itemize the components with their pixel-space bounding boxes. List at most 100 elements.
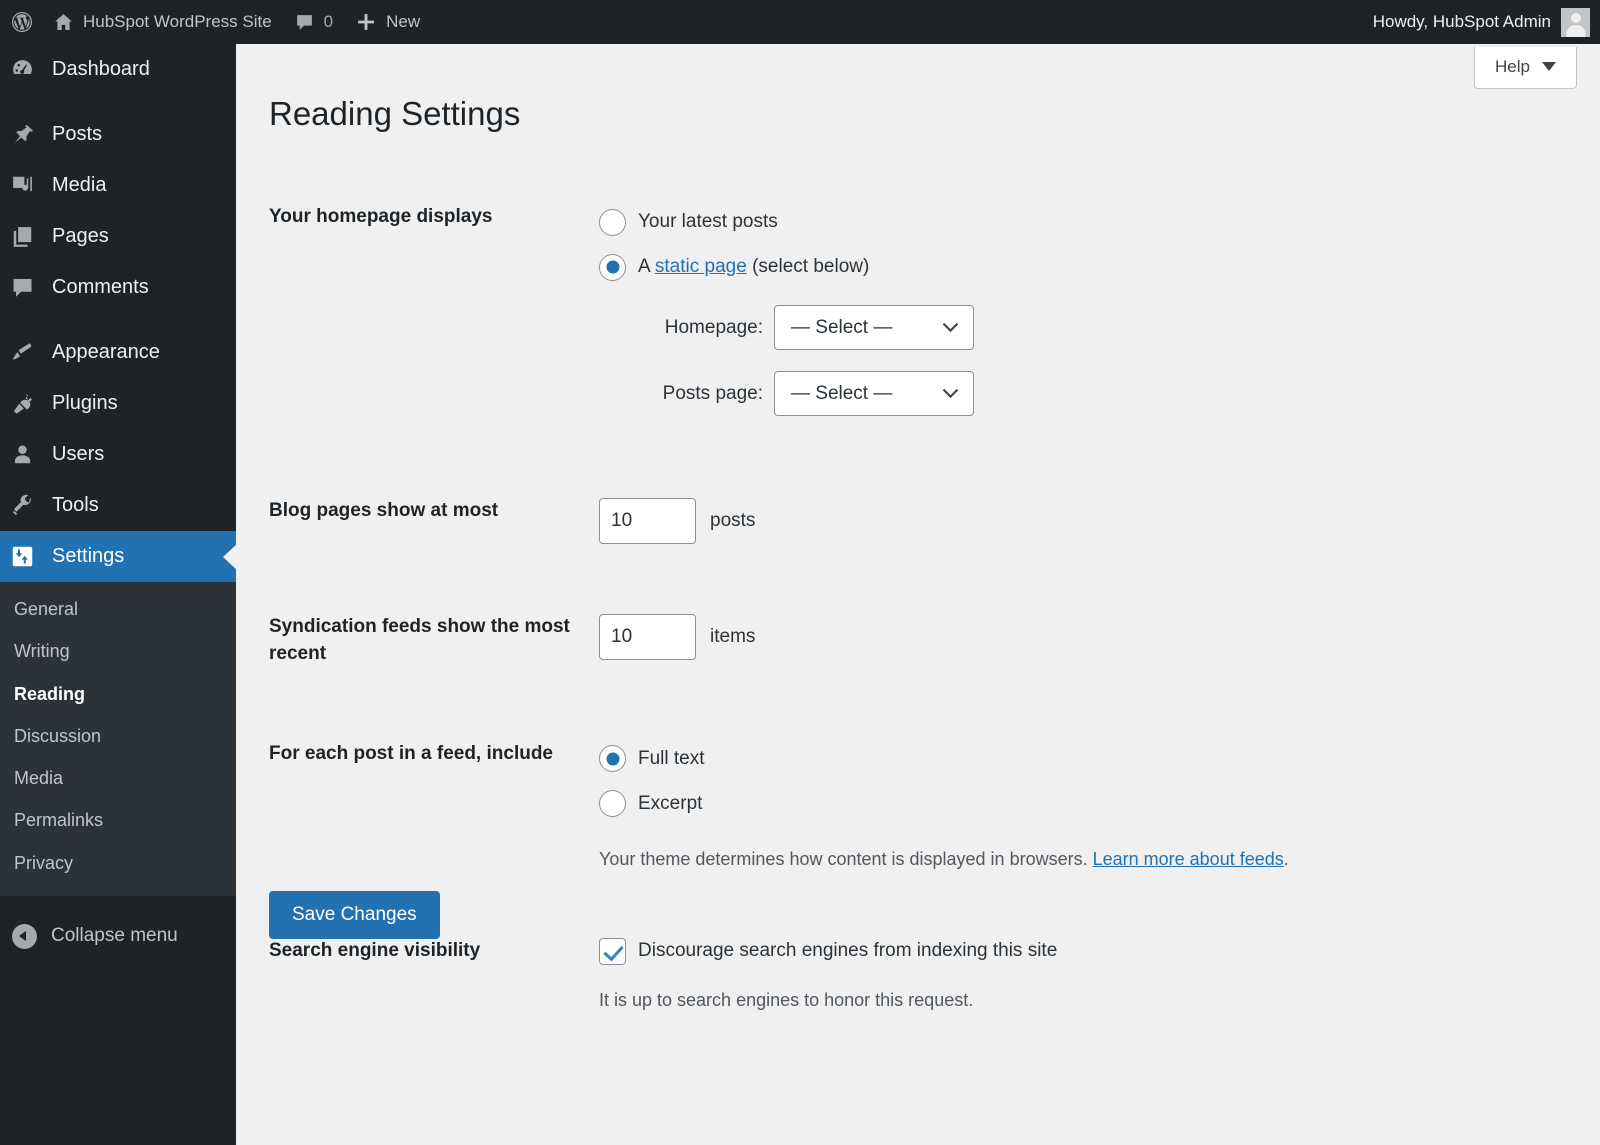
sidebar-item-label: Dashboard <box>52 58 150 80</box>
site-name-label: HubSpot WordPress Site <box>83 12 272 31</box>
chevron-left-circle-icon <box>12 923 37 949</box>
blog-pages-input[interactable]: 10 <box>599 498 696 544</box>
radio-excerpt-input[interactable] <box>599 790 626 818</box>
admin-bar-right: Howdy, HubSpot Admin <box>1373 7 1600 37</box>
settings-sliders-icon <box>10 544 48 569</box>
submenu-item-general[interactable]: General <box>0 588 236 630</box>
discourage-search-engines-row[interactable]: Discourage search engines from indexing … <box>599 937 1569 965</box>
sidebar-item-label: Posts <box>52 123 103 145</box>
sidebar-item-label: Tools <box>52 494 99 516</box>
collapse-menu-button[interactable]: Collapse menu <box>0 910 236 962</box>
discourage-search-engines-checkbox[interactable] <box>599 937 626 965</box>
radio-latest-posts-label: Your latest posts <box>638 211 778 232</box>
submenu-item-discussion[interactable]: Discussion <box>0 715 236 757</box>
syndication-input[interactable]: 10 <box>599 614 696 660</box>
wrench-icon <box>10 493 48 518</box>
help-toggle-button[interactable]: Help <box>1474 47 1577 89</box>
sidebar-divider <box>0 313 236 327</box>
sidebar-item-tools[interactable]: Tools <box>0 480 236 531</box>
homepage-select-row: Homepage: — Select — <box>626 305 1569 350</box>
blog-pages-field: 10 posts <box>599 478 1569 544</box>
posts-page-select[interactable]: — Select — <box>774 371 974 416</box>
submenu-item-writing[interactable]: Writing <box>0 630 236 672</box>
static-page-link[interactable]: static page <box>655 256 747 277</box>
wordpress-logo-button[interactable] <box>0 0 42 44</box>
blog-pages-unit: posts <box>710 510 756 531</box>
feed-include-description: Your theme determines how content is dis… <box>599 846 1569 873</box>
radio-excerpt[interactable]: Excerpt <box>599 786 1569 822</box>
help-label: Help <box>1495 57 1530 76</box>
static-page-selectors: Homepage: — Select — Posts page: — Selec… <box>599 305 1569 416</box>
sidebar-item-settings[interactable]: Settings <box>0 531 236 582</box>
posts-page-select-label: Posts page: <box>662 382 763 404</box>
learn-more-feeds-link[interactable]: Learn more about feeds <box>1093 849 1284 869</box>
radio-static-page-label: A static page (select below) <box>638 256 869 278</box>
row-search-visibility: Search engine visibility Discourage sear… <box>269 918 1569 1014</box>
sidebar-item-comments[interactable]: Comments <box>0 262 236 313</box>
dashboard-icon <box>10 57 48 82</box>
new-content-button[interactable]: New <box>344 0 431 44</box>
search-visibility-field: Discourage search engines from indexing … <box>599 918 1569 1014</box>
submenu-item-reading[interactable]: Reading <box>0 673 236 715</box>
main-content: Help Reading Settings Your homepage disp… <box>236 44 1600 1145</box>
comments-button[interactable]: 0 <box>283 0 344 44</box>
comment-bubble-icon <box>294 12 315 33</box>
howdy-greeting[interactable]: Howdy, HubSpot Admin <box>1373 12 1561 32</box>
paintbrush-icon <box>10 340 48 365</box>
media-icon <box>10 173 48 198</box>
pages-icon <box>10 224 48 249</box>
sidebar-item-plugins[interactable]: Plugins <box>0 378 236 429</box>
page-title: Reading Settings <box>269 95 521 132</box>
chevron-down-icon <box>942 322 959 333</box>
site-name-button[interactable]: HubSpot WordPress Site <box>42 0 283 44</box>
blog-pages-label: Blog pages show at most <box>269 500 499 521</box>
search-visibility-note: It is up to search engines to honor this… <box>599 989 974 1010</box>
sidebar-divider <box>0 95 236 109</box>
submenu-item-permalinks[interactable]: Permalinks <box>0 799 236 841</box>
comments-count: 0 <box>323 12 334 31</box>
sidebar-item-label: Media <box>52 174 107 196</box>
radio-full-text-label: Full text <box>638 747 705 769</box>
sidebar-item-dashboard[interactable]: Dashboard <box>0 44 236 95</box>
save-changes-button[interactable]: Save Changes <box>269 891 440 939</box>
radio-full-text-input[interactable] <box>599 745 626 773</box>
feed-description-end: . <box>1283 848 1289 869</box>
row-feed-include: For each post in a feed, include Full te… <box>269 721 1569 873</box>
radio-full-text[interactable]: Full text <box>599 741 1569 777</box>
sidebar-item-media[interactable]: Media <box>0 160 236 211</box>
submenu-item-media[interactable]: Media <box>0 757 236 799</box>
homepage-select-value: — Select — <box>791 316 893 338</box>
sidebar-item-appearance[interactable]: Appearance <box>0 327 236 378</box>
plus-icon <box>355 11 377 33</box>
radio-latest-posts-input[interactable] <box>599 208 626 236</box>
sidebar-item-label: Appearance <box>52 341 160 363</box>
submenu-item-privacy[interactable]: Privacy <box>0 842 236 884</box>
row-syndication-feeds: Syndication feeds show the most recent 1… <box>269 594 1569 668</box>
sidebar-item-label: Settings <box>52 545 125 567</box>
admin-bar: HubSpot WordPress Site 0 New Howdy, HubS… <box>0 0 1600 44</box>
sidebar-item-posts[interactable]: Posts <box>0 109 236 160</box>
homepage-select[interactable]: — Select — <box>774 305 974 350</box>
sidebar-item-users[interactable]: Users <box>0 429 236 480</box>
feed-description-text: Your theme determines how content is dis… <box>599 848 1088 869</box>
radio-latest-posts[interactable]: Your latest posts <box>599 204 1569 240</box>
discourage-search-engines-label: Discourage search engines from indexing … <box>638 940 1058 962</box>
pin-icon <box>10 122 48 147</box>
collapse-menu-label: Collapse menu <box>51 925 178 947</box>
sidebar-item-label: Pages <box>52 225 109 247</box>
sidebar-item-pages[interactable]: Pages <box>0 211 236 262</box>
feed-include-label: For each post in a feed, include <box>269 742 553 764</box>
feed-include-options: Full text Excerpt Your theme determines … <box>599 721 1569 873</box>
sidebar-item-label: Comments <box>52 276 149 298</box>
row-homepage-displays: Your homepage displays Your latest posts… <box>269 184 1569 416</box>
syndication-unit: items <box>710 626 756 647</box>
radio-static-page-input[interactable] <box>599 253 626 281</box>
reading-settings-form: Your homepage displays Your latest posts… <box>269 184 1569 1014</box>
admin-bar-left: HubSpot WordPress Site 0 New <box>0 0 431 44</box>
homepage-displays-label: Your homepage displays <box>269 206 493 227</box>
wordpress-logo-icon <box>10 10 34 34</box>
radio-static-page[interactable]: A static page (select below) <box>599 249 1569 285</box>
settings-submenu: General Writing Reading Discussion Media… <box>0 582 236 897</box>
avatar[interactable] <box>1561 7 1590 37</box>
new-content-label: New <box>386 12 421 31</box>
